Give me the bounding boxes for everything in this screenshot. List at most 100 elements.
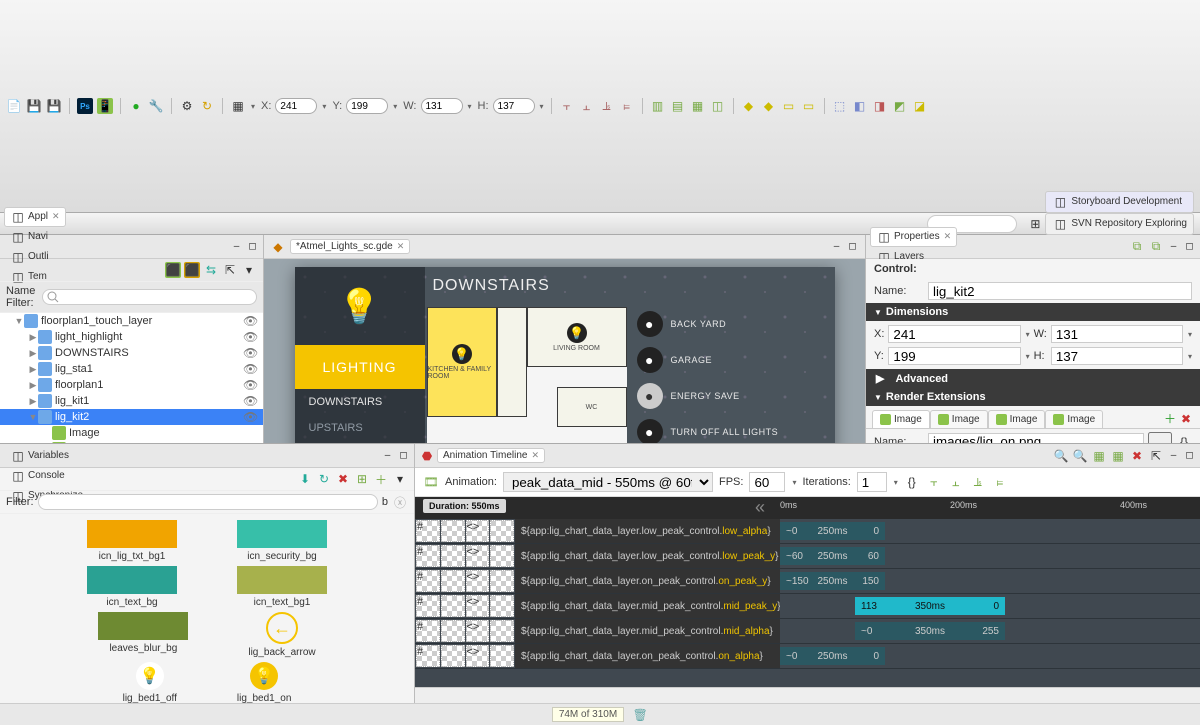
room[interactable]: 💡LIVING ROOM xyxy=(527,307,627,367)
image-tab[interactable]: Image xyxy=(872,410,930,428)
tree-row[interactable]: ▶lig_sta1👁 xyxy=(0,361,263,377)
x-input[interactable] xyxy=(275,98,317,114)
section-advanced[interactable]: ▶ Advanced xyxy=(866,369,1200,388)
action-row[interactable]: ●TURN OFF ALL LIGHTS xyxy=(637,419,827,443)
tree-row[interactable]: Image xyxy=(0,425,263,441)
image-item[interactable]: icn_text_bg xyxy=(87,566,177,608)
visibility-icon[interactable]: 👁 xyxy=(243,378,259,392)
delete-icon[interactable]: ✖ xyxy=(335,471,351,487)
nav-upstairs[interactable]: UPSTAIRS xyxy=(295,415,425,441)
view-tab[interactable]: ◫Navi xyxy=(4,227,66,247)
fps-input[interactable] xyxy=(749,472,785,492)
images-filter-input[interactable] xyxy=(38,494,378,510)
action-row[interactable]: ●ENERGY SAVE xyxy=(637,383,827,409)
minimize-icon[interactable]: ‒ xyxy=(1167,449,1180,462)
var-icon[interactable]: {} xyxy=(904,474,920,490)
save-all-icon[interactable]: 💾 xyxy=(46,98,62,114)
step-icon[interactable]: ▦ xyxy=(1091,448,1107,464)
tree-row[interactable]: ▼lig_kit2👁 xyxy=(0,409,263,425)
perspective-switch-icon[interactable]: ⊞ xyxy=(1027,216,1043,232)
y-input[interactable] xyxy=(346,98,388,114)
menu-icon[interactable]: ▾ xyxy=(241,262,257,278)
misc-1-icon[interactable]: ⬚ xyxy=(832,98,848,114)
align-1-icon[interactable]: ⫟ xyxy=(559,98,575,114)
section-dimensions[interactable]: Dimensions xyxy=(866,303,1200,321)
add-layer-icon[interactable]: ⬛ xyxy=(184,262,200,278)
layer-a-icon[interactable]: ▥ xyxy=(650,98,666,114)
tree-row[interactable]: ▶lig_kit1👁 xyxy=(0,393,263,409)
refresh-icon[interactable]: ↻ xyxy=(316,471,332,487)
clone2-icon[interactable]: ⧉ xyxy=(1148,239,1164,255)
nav-downstairs[interactable]: DOWNSTAIRS xyxy=(295,389,425,415)
delete-icon[interactable]: ✖ xyxy=(1178,411,1194,427)
misc-2-icon[interactable]: ◧ xyxy=(852,98,868,114)
name-filter-input[interactable] xyxy=(42,289,257,305)
minimize-icon[interactable]: ‒ xyxy=(1167,240,1180,253)
align-3-icon[interactable]: ⫡ xyxy=(599,98,615,114)
align-2-icon[interactable]: ⫠ xyxy=(579,98,595,114)
images-grid[interactable]: icn_lig_txt_bg1icn_security_bgicn_text_b… xyxy=(0,514,414,703)
layer-c-icon[interactable]: ▦ xyxy=(690,98,706,114)
prop-y[interactable] xyxy=(888,347,1020,365)
application-tree[interactable]: ▼floorplan1_touch_layer👁▶light_highlight… xyxy=(0,313,263,443)
stack-4-icon[interactable]: ▭ xyxy=(801,98,817,114)
room[interactable] xyxy=(497,307,527,417)
tree-row[interactable]: ▶DOWNSTAIRS👁 xyxy=(0,345,263,361)
export-icon[interactable]: ⇱ xyxy=(1148,448,1164,464)
collapse-icon[interactable]: « xyxy=(755,497,765,518)
tree-row[interactable]: Image xyxy=(0,441,263,443)
minimize-icon[interactable]: ‒ xyxy=(381,449,394,462)
view-tab[interactable]: ◫Variables xyxy=(4,446,89,466)
w-input[interactable] xyxy=(421,98,463,114)
visibility-icon[interactable]: 👁 xyxy=(243,346,259,360)
prop-name-input[interactable] xyxy=(928,282,1192,300)
zoom-out-icon[interactable]: 🔍 xyxy=(1072,448,1088,464)
add-control-icon[interactable]: ⬛ xyxy=(165,262,181,278)
perspective-tab[interactable]: ◫SVN Repository Exploring xyxy=(1045,213,1194,235)
timeline-tab[interactable]: Animation Timeline✕ xyxy=(437,448,545,463)
layer-b-icon[interactable]: ▤ xyxy=(670,98,686,114)
view-tab[interactable]: ◫Appl✕ xyxy=(4,207,66,227)
sort-3-icon[interactable]: ⫡ xyxy=(970,474,986,490)
maximize-icon[interactable]: ◻ xyxy=(1183,449,1196,462)
zoom-in-icon[interactable]: 🔍 xyxy=(1053,448,1069,464)
add-icon[interactable]: ＋ xyxy=(373,471,389,487)
image-item[interactable]: icn_security_bg xyxy=(237,520,327,562)
layer-d-icon[interactable]: ◫ xyxy=(710,98,726,114)
timeline-row[interactable]: #<>${app:lig_chart_data_layer.low_peak_c… xyxy=(415,544,1200,569)
delete-icon[interactable]: ✖ xyxy=(1129,448,1145,464)
section-render-ext[interactable]: Render Extensions xyxy=(866,388,1200,406)
stack-2-icon[interactable]: ◆ xyxy=(761,98,777,114)
maximize-icon[interactable]: ◻ xyxy=(1183,240,1196,253)
maximize-icon[interactable]: ◻ xyxy=(846,240,859,253)
export-icon[interactable]: ⇱ xyxy=(222,262,238,278)
view-tab[interactable]: ◫Properties✕ xyxy=(870,227,957,247)
save-icon[interactable]: 💾 xyxy=(26,98,42,114)
floorplan[interactable]: 💡KITCHEN & FAMILY ROOM💡LIVING ROOMWC💡DIN… xyxy=(427,307,627,443)
editor-tab[interactable]: *Atmel_Lights_sc.gde✕ xyxy=(290,239,410,254)
step2-icon[interactable]: ▦ xyxy=(1110,448,1126,464)
close-icon[interactable]: ✕ xyxy=(397,241,405,252)
device-icon[interactable]: 📱 xyxy=(97,98,113,114)
image-item[interactable]: leaves_blur_bg xyxy=(98,612,188,658)
img-name-input[interactable] xyxy=(928,433,1144,444)
sort-4-icon[interactable]: ⫢ xyxy=(992,474,1008,490)
tools-icon[interactable]: 🔧 xyxy=(148,98,164,114)
photoshop-icon[interactable]: Ps xyxy=(77,98,93,114)
visibility-icon[interactable]: 👁 xyxy=(243,394,259,408)
visibility-icon[interactable]: 👁 xyxy=(243,314,259,328)
minimize-icon[interactable]: ‒ xyxy=(830,240,843,253)
add-icon[interactable]: ＋ xyxy=(1162,411,1178,427)
lighting-button[interactable]: LIGHTING xyxy=(295,345,425,389)
var-link-icon[interactable]: {} xyxy=(1176,434,1192,444)
anim-select[interactable]: peak_data_mid - 550ms @ 60fps xyxy=(503,472,713,492)
clone-icon[interactable]: ⧉ xyxy=(1129,239,1145,255)
link-icon[interactable]: ⇆ xyxy=(203,262,219,278)
new-icon[interactable]: 📄 xyxy=(6,98,22,114)
h-input[interactable] xyxy=(493,98,535,114)
trash-icon[interactable]: 🗑 xyxy=(632,707,648,723)
action-row[interactable]: ●BACK YARD xyxy=(637,311,827,337)
align-4-icon[interactable]: ⫢ xyxy=(619,98,635,114)
room[interactable]: WC xyxy=(557,387,627,427)
misc-5-icon[interactable]: ◪ xyxy=(912,98,928,114)
